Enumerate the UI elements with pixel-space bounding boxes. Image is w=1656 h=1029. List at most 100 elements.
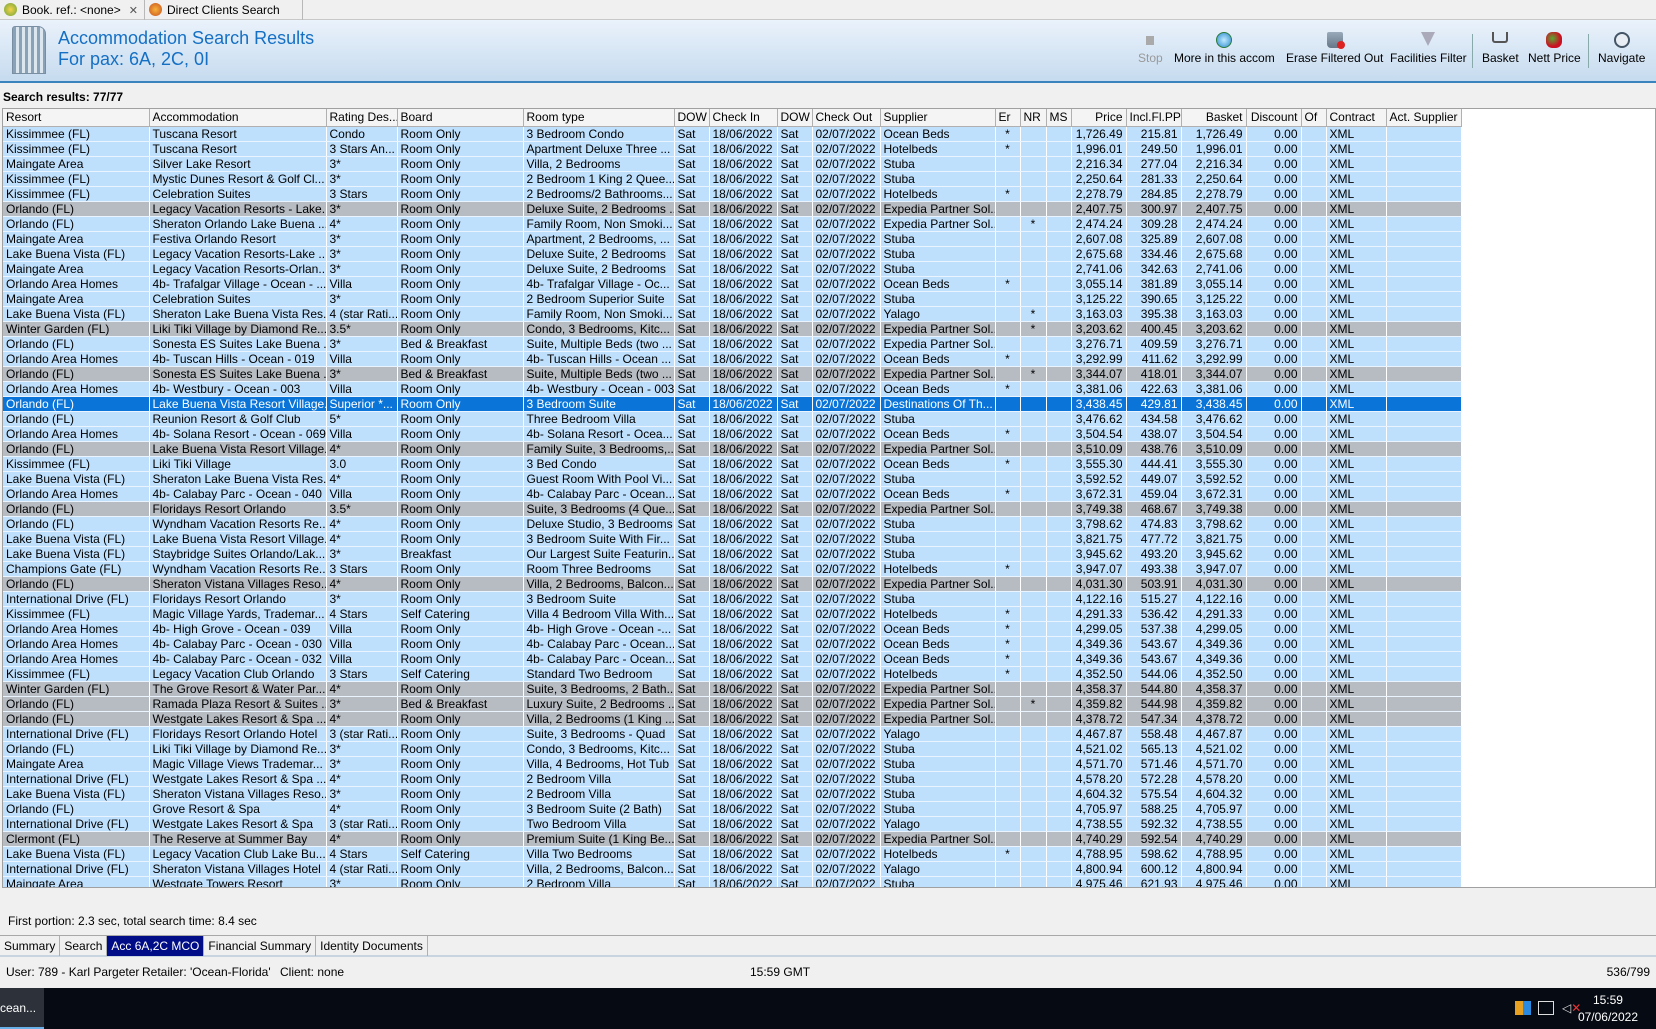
- facilities-filter-button[interactable]: Facilities Filter: [1390, 32, 1467, 65]
- tab-direct-clients-search[interactable]: Direct Clients Search: [145, 0, 303, 20]
- taskbar-app-button[interactable]: cean...: [0, 988, 44, 1029]
- column-header[interactable]: Accommodation: [149, 109, 327, 127]
- column-header[interactable]: Act. Supplier: [1386, 109, 1462, 127]
- column-header[interactable]: DOW: [674, 109, 710, 127]
- table-row[interactable]: Kissimmee (FL) Liki Tiki Village 3.0 Room O…: [3, 456, 1462, 472]
- table-row[interactable]: Orlando Area Homes 4b- High Grove - Ocean…: [3, 621, 1462, 637]
- act-supplier-cell: [1386, 246, 1462, 262]
- column-header[interactable]: Basket: [1181, 109, 1247, 127]
- discount-cell: 0.00: [1246, 141, 1302, 157]
- column-header[interactable]: Check In: [709, 109, 778, 127]
- rating-cell: 3*: [326, 231, 398, 247]
- table-row[interactable]: Orlando (FL) Ramada Plaza Resort & Suites…: [3, 696, 1462, 712]
- table-row[interactable]: Kissimmee (FL) Mystic Dunes Resort & Golf…: [3, 171, 1462, 187]
- column-header[interactable]: Er: [995, 109, 1021, 127]
- clock[interactable]: 15:59 07/06/2022: [1578, 992, 1638, 1026]
- table-row[interactable]: Maingate Area Westgate Towers Resort 3* Roo…: [3, 876, 1462, 887]
- table-row[interactable]: Maingate Area Legacy Vacation Resorts-Orl…: [3, 261, 1462, 277]
- table-row[interactable]: Orlando Area Homes 4b- Westbury - Ocean -…: [3, 381, 1462, 397]
- volume-muted-icon[interactable]: ◁✕: [1562, 1001, 1581, 1015]
- table-row[interactable]: International Drive (FL) Sheraton Vistana…: [3, 861, 1462, 877]
- table-row[interactable]: Orlando Area Homes 4b- Calabay Parc - Oce…: [3, 486, 1462, 502]
- column-header[interactable]: Incl.Fl.PP: [1126, 109, 1182, 127]
- erase-filtered-out-button[interactable]: Erase Filtered Out: [1286, 32, 1383, 65]
- table-row[interactable]: International Drive (FL) Westgate Lakes R…: [3, 816, 1462, 832]
- results-table[interactable]: Resort Accommodation Rating Des... Board Roo…: [2, 108, 1656, 888]
- column-header[interactable]: DOW: [777, 109, 813, 127]
- table-row[interactable]: Kissimmee (FL) Magic Village Yards, Trade…: [3, 606, 1462, 622]
- nett-price-button[interactable]: Nett Price: [1528, 32, 1581, 65]
- tab-summary[interactable]: Summary: [0, 936, 61, 956]
- column-header[interactable]: Check Out: [812, 109, 881, 127]
- dow-cell: Sat: [674, 381, 710, 397]
- table-row[interactable]: Winter Garden (FL) The Grove Resort & Wat…: [3, 681, 1462, 697]
- table-row[interactable]: Orlando (FL) Sonesta ES Suites Lake Buena…: [3, 366, 1462, 382]
- table-row[interactable]: Orlando (FL) Liki Tiki Village by Diamond…: [3, 741, 1462, 757]
- table-row[interactable]: Clermont (FL) The Reserve at Summer Bay 4*…: [3, 831, 1462, 847]
- table-row[interactable]: Orlando Area Homes 4b- Calabay Parc - Oce…: [3, 651, 1462, 667]
- column-header[interactable]: NR: [1020, 109, 1047, 127]
- check-in-cell: 18/06/2022: [709, 696, 778, 712]
- table-row[interactable]: Orlando (FL) Sheraton Vistana Villages Re…: [3, 576, 1462, 592]
- table-row[interactable]: Orlando Area Homes 4b- Tuscan Hills - Oce…: [3, 351, 1462, 367]
- table-row[interactable]: Kissimmee (FL) Tuscana Resort 3 Stars An..…: [3, 141, 1462, 157]
- table-row[interactable]: Lake Buena Vista (FL) Lake Buena Vista Re…: [3, 531, 1462, 547]
- table-row[interactable]: Orlando (FL) Legacy Vacation Resorts - La…: [3, 201, 1462, 217]
- table-row[interactable]: Lake Buena Vista (FL) Legacy Vacation Res…: [3, 246, 1462, 262]
- stop-button[interactable]: Stop: [1138, 32, 1163, 65]
- table-row[interactable]: Orlando (FL) Sonesta ES Suites Lake Buena…: [3, 336, 1462, 352]
- table-row[interactable]: Orlando (FL) Wyndham Vacation Resorts Re.…: [3, 516, 1462, 532]
- app-tray-icon[interactable]: [1515, 1001, 1531, 1015]
- close-icon[interactable]: ✕: [129, 5, 138, 17]
- column-header[interactable]: Rating Des...: [326, 109, 398, 127]
- table-row[interactable]: Orlando (FL) Floridays Resort Orlando 3.5*…: [3, 501, 1462, 517]
- check-out-cell: 02/07/2022: [812, 756, 881, 772]
- table-row[interactable]: Lake Buena Vista (FL) Staybridge Suites O…: [3, 546, 1462, 562]
- table-row[interactable]: Champions Gate (FL) Wyndham Vacation Reso…: [3, 561, 1462, 577]
- table-row[interactable]: International Drive (FL) Floridays Resort…: [3, 726, 1462, 742]
- table-row[interactable]: Lake Buena Vista (FL) Sheraton Lake Buena…: [3, 471, 1462, 487]
- table-row[interactable]: Lake Buena Vista (FL) Sheraton Vistana Vi…: [3, 786, 1462, 802]
- tab-search[interactable]: Search: [60, 936, 108, 956]
- table-row[interactable]: Orlando (FL) Reunion Resort & Golf Club 5*…: [3, 411, 1462, 427]
- column-header[interactable]: Discount: [1246, 109, 1302, 127]
- table-row-selected[interactable]: Orlando (FL) Lake Buena Vista Resort Vill…: [3, 396, 1462, 412]
- tab-booking-ref[interactable]: Book. ref.: <none> ✕: [0, 0, 145, 20]
- column-header[interactable]: Room type: [523, 109, 675, 127]
- column-header[interactable]: Price: [1071, 109, 1127, 127]
- column-header[interactable]: MS: [1046, 109, 1072, 127]
- table-row[interactable]: Kissimmee (FL) Legacy Vacation Club Orlan…: [3, 666, 1462, 682]
- column-header[interactable]: Board: [397, 109, 524, 127]
- column-header[interactable]: Resort: [3, 109, 150, 127]
- more-in-this-accom-button[interactable]: More in this accom: [1174, 32, 1275, 65]
- basket-button[interactable]: Basket: [1482, 32, 1519, 65]
- table-row[interactable]: Orlando Area Homes 4b- Trafalgar Village …: [3, 276, 1462, 292]
- table-row[interactable]: Lake Buena Vista (FL) Legacy Vacation Clu…: [3, 846, 1462, 862]
- table-row[interactable]: Lake Buena Vista (FL) Sheraton Lake Buena…: [3, 306, 1462, 322]
- contract-cell: XML: [1326, 651, 1387, 667]
- network-icon[interactable]: [1538, 1001, 1554, 1015]
- table-row[interactable]: Orlando (FL) Lake Buena Vista Resort Vill…: [3, 441, 1462, 457]
- table-row[interactable]: Maingate Area Magic Village Views Tradema…: [3, 756, 1462, 772]
- table-row[interactable]: Orlando (FL) Grove Resort & Spa 4* Room Onl…: [3, 801, 1462, 817]
- table-row[interactable]: Orlando (FL) Sheraton Orlando Lake Buena …: [3, 216, 1462, 232]
- table-row[interactable]: Kissimmee (FL) Tuscana Resort Condo Room On…: [3, 126, 1462, 142]
- table-row[interactable]: Orlando Area Homes 4b- Solana Resort - Oc…: [3, 426, 1462, 442]
- table-row[interactable]: Maingate Area Celebration Suites 3* Room On…: [3, 291, 1462, 307]
- tab-financial-summary[interactable]: Financial Summary: [204, 936, 317, 956]
- table-row[interactable]: Kissimmee (FL) Celebration Suites 3 Stars R…: [3, 186, 1462, 202]
- discount-cell: 0.00: [1246, 576, 1302, 592]
- table-row[interactable]: Maingate Area Festiva Orlando Resort 3* Roo…: [3, 231, 1462, 247]
- navigate-button[interactable]: Navigate: [1598, 32, 1645, 65]
- table-row[interactable]: Orlando Area Homes 4b- Calabay Parc - Oce…: [3, 636, 1462, 652]
- table-row[interactable]: Winter Garden (FL) Liki Tiki Village by D…: [3, 321, 1462, 337]
- column-header[interactable]: Supplier: [880, 109, 996, 127]
- tab-accommodation[interactable]: Acc 6A,2C MCO: [107, 936, 205, 956]
- table-row[interactable]: International Drive (FL) Westgate Lakes R…: [3, 771, 1462, 787]
- tab-identity-documents[interactable]: Identity Documents: [316, 936, 428, 956]
- column-header[interactable]: Contract: [1326, 109, 1387, 127]
- table-row[interactable]: International Drive (FL) Floridays Resort…: [3, 591, 1462, 607]
- table-row[interactable]: Orlando (FL) Westgate Lakes Resort & Spa …: [3, 711, 1462, 727]
- column-header[interactable]: Of: [1301, 109, 1327, 127]
- table-row[interactable]: Maingate Area Silver Lake Resort 3* Room On…: [3, 156, 1462, 172]
